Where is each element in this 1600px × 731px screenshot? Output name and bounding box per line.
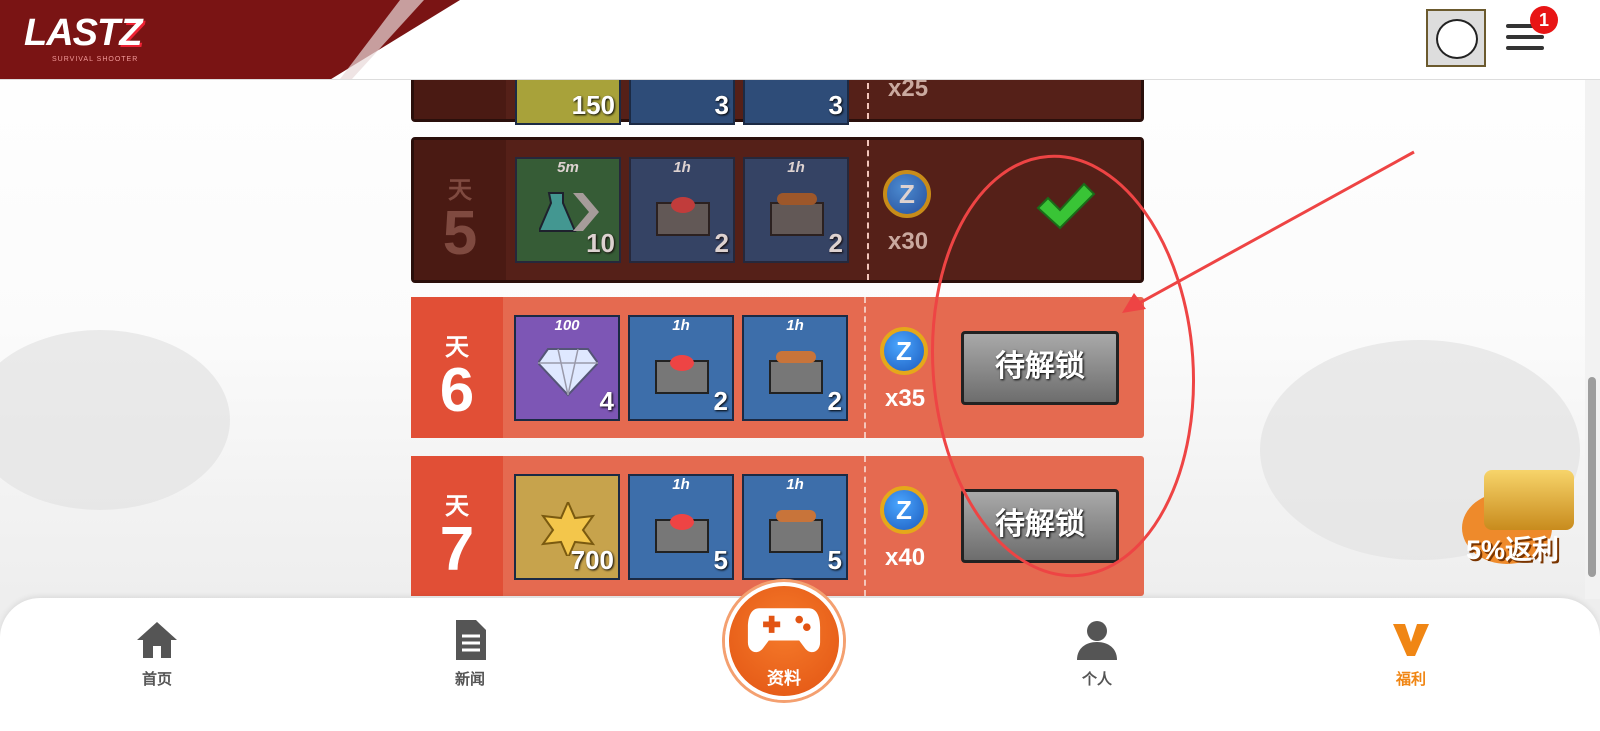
day-cell: 天 7 xyxy=(411,456,503,596)
item-time: 5m xyxy=(557,159,579,176)
z-coin-icon: Z xyxy=(880,327,928,375)
item-time: 1h xyxy=(672,476,690,493)
nav-home-label: 首页 xyxy=(141,671,172,688)
wood-crate-icon xyxy=(769,351,823,394)
item-quantity: 2 xyxy=(827,386,842,416)
item-time: 100 xyxy=(554,317,580,334)
user-avatar[interactable] xyxy=(1426,9,1486,67)
item-quantity: 4 xyxy=(599,386,614,416)
logo-z: Z xyxy=(119,12,142,54)
day-cell: 天 6 xyxy=(411,297,503,438)
reward-item[interactable]: 1h 2 xyxy=(628,315,734,421)
item-quantity: 700 xyxy=(570,545,614,575)
item-quantity: 150 xyxy=(571,90,615,120)
row-separator xyxy=(864,456,866,596)
food-crate-icon xyxy=(655,514,709,553)
pending-unlock-button[interactable]: 待解锁 xyxy=(961,331,1119,405)
logo-subtitle: SURVIVAL SHOOTER xyxy=(52,56,139,63)
coin-quantity: x30 xyxy=(888,228,929,255)
wood-crate-icon xyxy=(770,193,824,236)
z-coin-icon: Z xyxy=(880,486,928,534)
item-time: 1h xyxy=(672,317,690,334)
item-quantity: 2 xyxy=(713,386,728,416)
item-quantity: 5 xyxy=(713,545,728,575)
item-quantity: 5 xyxy=(827,545,842,575)
day-number: 7 xyxy=(439,515,475,584)
wood-crate-icon xyxy=(769,510,823,553)
reward-item[interactable]: 1h 5 xyxy=(628,474,734,580)
nav-welfare[interactable]: 福利 xyxy=(1371,618,1451,689)
gamepad-icon xyxy=(747,608,821,653)
nav-welfare-label: 福利 xyxy=(1395,671,1426,688)
nav-profile-label: 个人 xyxy=(1081,671,1112,688)
day-number: 5 xyxy=(442,199,478,268)
game-logo[interactable]: LASTZ xyxy=(24,12,142,55)
avatar-face-icon xyxy=(1436,19,1478,59)
item-quantity: 2 xyxy=(828,228,843,258)
reward-item[interactable]: 1h 2 xyxy=(743,157,849,263)
food-crate-icon xyxy=(656,197,710,236)
person-icon xyxy=(1077,621,1117,660)
food-crate-icon xyxy=(655,355,709,394)
nav-center-button[interactable]: 资料 xyxy=(725,582,843,700)
nav-home[interactable]: 首页 xyxy=(117,618,197,689)
reward-item[interactable]: 1h 2 xyxy=(629,157,735,263)
top-header: LASTZ SURVIVAL SHOOTER 1 xyxy=(0,0,1600,80)
promo-label: 5%返利 xyxy=(1466,535,1560,565)
vip-v-icon xyxy=(1393,624,1429,656)
reward-item[interactable]: 1h 5 xyxy=(742,474,848,580)
coin-quantity: x40 xyxy=(885,544,926,571)
nav-center-label: 资料 xyxy=(767,669,801,688)
item-time: 1h xyxy=(786,317,804,334)
reward-item[interactable]: 1h 2 xyxy=(742,315,848,421)
item-quantity: 2 xyxy=(714,228,729,258)
pending-unlock-button[interactable]: 待解锁 xyxy=(961,489,1119,563)
reward-row-day-6: 天 6 100 4 1h 2 1h 2 Z x35 待解锁 xyxy=(411,297,1144,438)
reward-item[interactable]: 5m 10 xyxy=(515,157,621,263)
gold-chest-icon xyxy=(1484,470,1574,530)
logo-text: LAST xyxy=(24,12,120,54)
nav-news[interactable]: 新闻 xyxy=(430,618,510,689)
rebate-promo-button[interactable]: 5%返利 xyxy=(1462,470,1592,565)
row-separator xyxy=(867,140,869,280)
document-icon xyxy=(456,620,486,660)
item-quantity: 3 xyxy=(828,90,843,120)
reward-row-day-5: 天 5 5m 10 1h 2 1h 2 Z x30 xyxy=(411,137,1144,283)
reward-row-day-7: 天 7 700 1h 5 1h 5 Z x40 待解锁 xyxy=(411,456,1144,596)
claimed-check-icon xyxy=(1036,182,1096,230)
day-number: 6 xyxy=(439,356,475,425)
nav-profile[interactable]: 个人 xyxy=(1057,618,1137,689)
coin-quantity: x35 xyxy=(885,385,926,412)
z-coin-icon: Z xyxy=(883,170,931,218)
nav-news-label: 新闻 xyxy=(454,671,485,688)
notification-badge: 1 xyxy=(1530,6,1558,34)
item-quantity: 3 xyxy=(714,90,729,120)
day-cell: 天 5 xyxy=(414,140,506,280)
item-time: 1h xyxy=(787,159,805,176)
reward-item[interactable]: 100 4 xyxy=(514,315,620,421)
item-time: 1h xyxy=(786,476,804,493)
diamond-icon xyxy=(538,348,598,397)
item-time: 1h xyxy=(673,159,691,176)
item-quantity: 10 xyxy=(586,228,615,258)
row-separator xyxy=(864,297,866,438)
reward-item[interactable]: 700 xyxy=(514,474,620,580)
home-icon xyxy=(137,622,177,658)
